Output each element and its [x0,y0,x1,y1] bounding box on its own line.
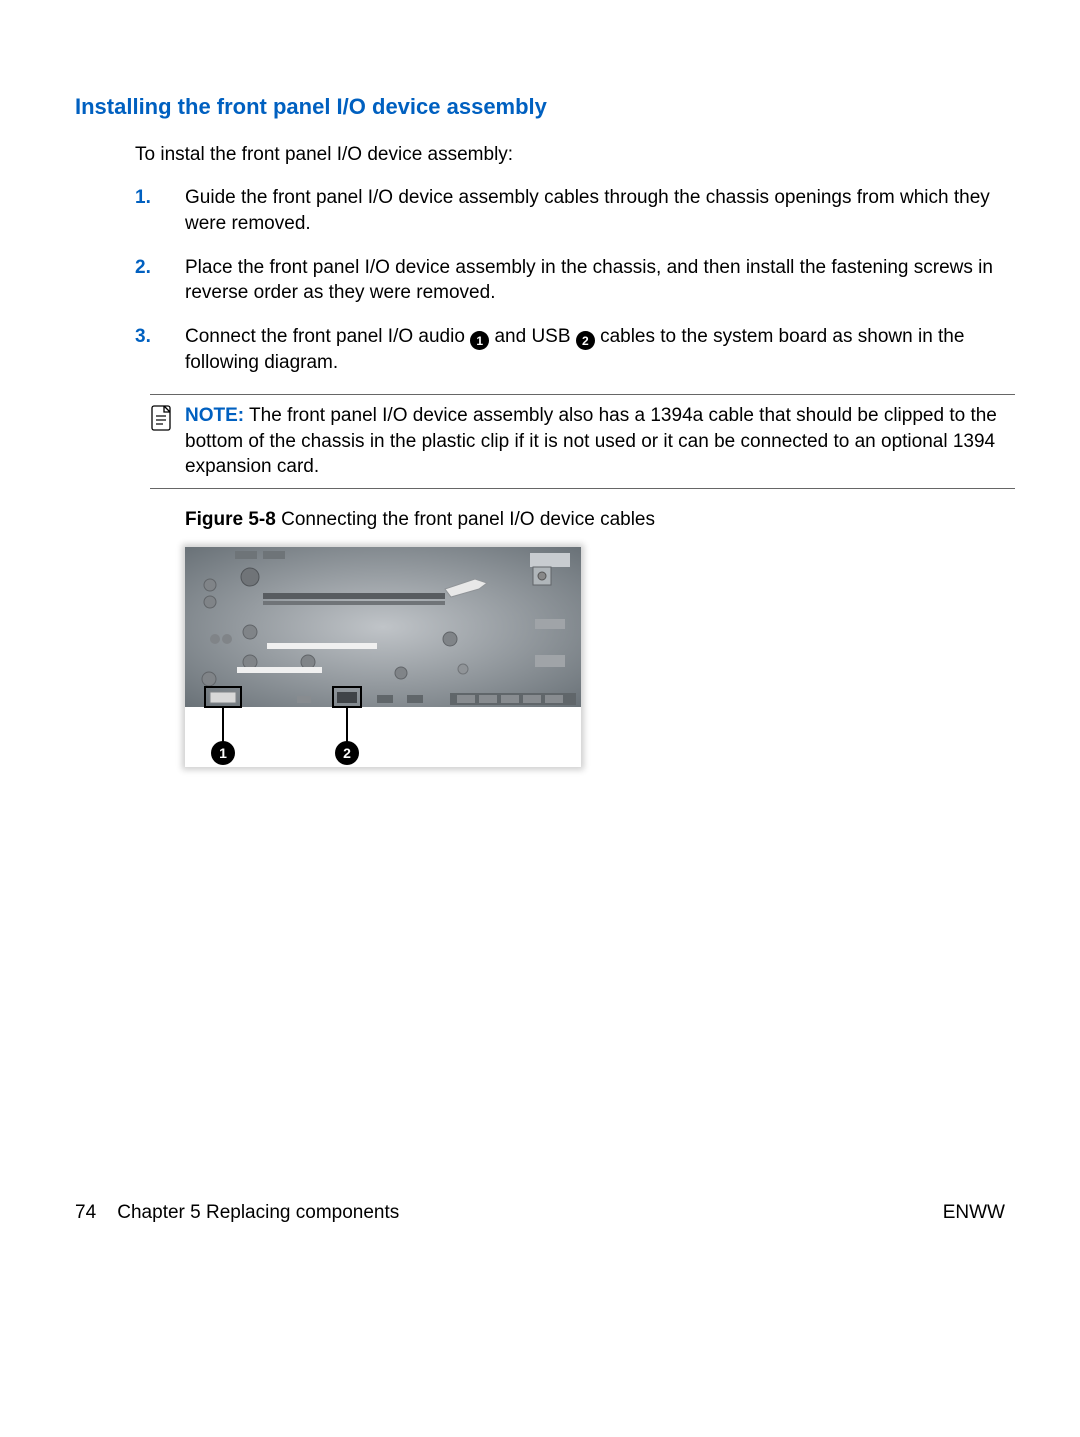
step-number: 3. [135,324,151,350]
diagram-wrap: 1 2 [185,547,581,767]
figure-caption-text: Connecting the front panel I/O device ca… [276,509,655,530]
callout-1-inline: 1 [470,331,489,350]
step-list: 1. Guide the front panel I/O device asse… [135,185,1015,376]
page-content: Installing the front panel I/O device as… [75,92,1015,774]
page-footer: 74 Chapter 5 Replacing components ENWW [75,1200,1005,1226]
callout-2-inline: 2 [576,331,595,350]
note-text: The front panel I/O device assembly also… [185,405,997,477]
diagram-callout-2: 2 [343,745,351,761]
note-label: NOTE: [185,405,244,426]
diagram-callout-1: 1 [219,745,227,761]
figure-block: Figure 5-8 Connecting the front panel I/… [185,507,1015,774]
step-text-part: and USB [494,326,575,347]
figure-label: Figure 5-8 [185,509,276,530]
step-number: 1. [135,185,151,211]
step-number: 2. [135,255,151,281]
page-number: 74 [75,1202,96,1223]
note-block: NOTE: The front panel I/O device assembl… [150,394,1015,489]
figure-caption: Figure 5-8 Connecting the front panel I/… [185,507,1015,533]
intro-text: To instal the front panel I/O device ass… [135,142,1015,168]
section-heading: Installing the front panel I/O device as… [75,92,1015,122]
step-text: Guide the front panel I/O device assembl… [185,187,990,234]
footer-right: ENWW [943,1200,1005,1226]
note-icon [150,405,172,431]
step-text-part: Connect the front panel I/O audio [185,326,470,347]
step-3: 3. Connect the front panel I/O audio 1 a… [135,324,1015,376]
step-1: 1. Guide the front panel I/O device asse… [135,185,1015,236]
footer-left: 74 Chapter 5 Replacing components [75,1200,399,1226]
step-text: Place the front panel I/O device assembl… [185,257,993,304]
chapter-label: Chapter 5 Replacing components [117,1202,399,1223]
step-2: 2. Place the front panel I/O device asse… [135,255,1015,306]
motherboard-diagram: 1 2 [185,547,581,767]
